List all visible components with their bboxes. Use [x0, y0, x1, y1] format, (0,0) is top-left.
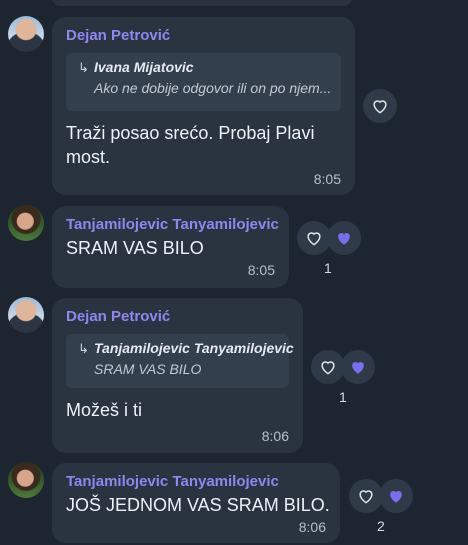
message-bubble[interactable]: Dejan Petrović ↳ Ivana Mijatovic Ako ne … [52, 17, 355, 195]
message-time: 8:06 [261, 428, 289, 444]
sender-name[interactable]: Dejan Petrović [66, 308, 170, 325]
reply-arrow-icon: ↳ [78, 60, 89, 75]
avatar[interactable] [8, 462, 44, 498]
reply-author: Ivana Mijatovic [94, 59, 194, 75]
reply-text: Ako ne dobije odgovor ili on po njem... [94, 80, 332, 96]
message-bubble[interactable]: Tanjamilojevic Tanyamilojevic SRAM VAS B… [52, 206, 289, 288]
love-reaction[interactable] [379, 479, 413, 513]
message-time: 8:06 [298, 519, 326, 535]
message-text: JOŠ JEDNOM VAS SRAM BILO. [66, 495, 330, 515]
heart-outline-icon [373, 100, 387, 114]
message-time: 8:05 [247, 262, 275, 278]
sender-name[interactable]: Tanjamilojevic Tanyamilojevic [66, 216, 279, 233]
love-reaction[interactable] [341, 350, 375, 384]
sender-name[interactable]: Dejan Petrović [66, 27, 170, 44]
reaction-count: 1 [339, 389, 347, 405]
reply-quote[interactable]: ↳ Ivana Mijatovic Ako ne dobije odgovor … [66, 53, 341, 111]
heart-outline-icon [359, 490, 373, 504]
heart-outline-icon [307, 232, 321, 246]
avatar[interactable] [8, 297, 44, 333]
message-text: Možeš i ti [66, 400, 143, 420]
reply-arrow-icon: ↳ [78, 341, 89, 356]
message-bubble[interactable]: Tanjamilojevic Tanyamilojevic JOŠ JEDNOM… [52, 463, 340, 543]
like-button[interactable] [311, 350, 345, 384]
like-button[interactable] [349, 479, 383, 513]
reaction-count: 1 [324, 260, 332, 276]
reply-text: SRAM VAS BILO [94, 361, 202, 377]
reply-quote[interactable]: ↳ Tanjamilojevic Tanyamilojevic SRAM VAS… [66, 334, 294, 388]
avatar[interactable] [8, 16, 44, 52]
message-time: 8:05 [313, 171, 341, 187]
reply-author: Tanjamilojevic Tanyamilojevic [94, 340, 294, 356]
message-text: Traži posao srećo. Probaj Plavi most. [66, 121, 314, 169]
reaction-count: 2 [377, 518, 385, 534]
message-bubble[interactable]: Dejan Petrović ↳ Tanjamilojevic Tanyamil… [52, 298, 303, 453]
heart-filled-icon [338, 233, 350, 245]
heart-outline-icon [321, 361, 335, 375]
avatar[interactable] [8, 205, 44, 241]
sender-name[interactable]: Tanjamilojevic Tanyamilojevic [66, 473, 279, 490]
message-text: SRAM VAS BILO [66, 238, 204, 258]
love-reaction[interactable] [327, 221, 361, 255]
message-text-line: most. [66, 147, 111, 167]
message-text-line: Traži posao srećo. Probaj Plavi [66, 123, 315, 143]
like-button[interactable] [363, 89, 397, 123]
like-button[interactable] [297, 221, 331, 255]
heart-filled-icon [352, 362, 364, 374]
previous-message-bubble [52, 0, 352, 6]
heart-filled-icon [390, 491, 402, 503]
